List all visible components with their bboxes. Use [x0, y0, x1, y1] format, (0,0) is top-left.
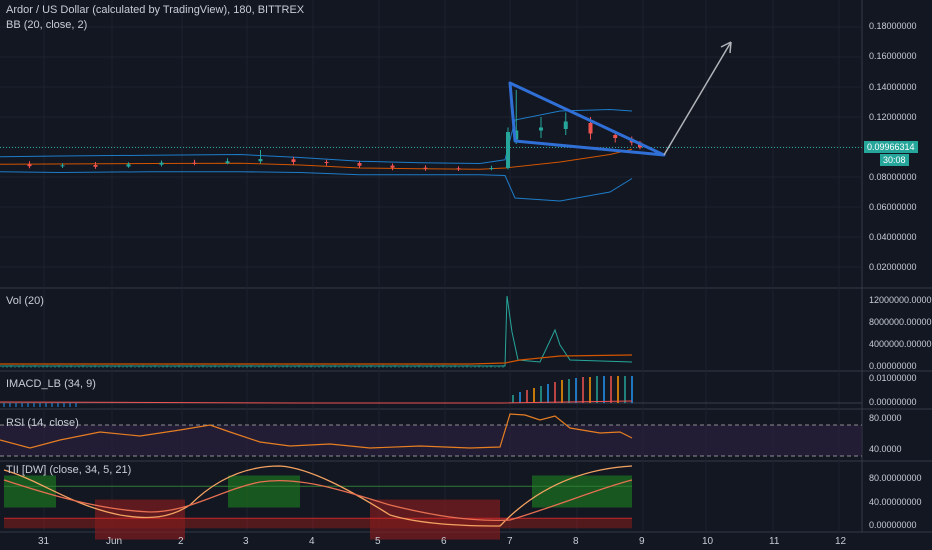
x-tick: 11 — [769, 536, 780, 547]
tii-title: TII [DW] (close, 34, 5, 21) — [6, 464, 132, 476]
x-tick: 8 — [573, 536, 579, 547]
tii-bull-zone — [532, 475, 632, 508]
price-pane — [0, 90, 862, 202]
imacd-title: IMACD_LB (34, 9) — [6, 378, 96, 390]
candle-body — [357, 163, 362, 166]
x-tick: Jun — [106, 536, 123, 547]
candle-body — [390, 165, 395, 168]
volume-pane — [0, 295, 633, 368]
countdown-badge: 30:08 — [880, 154, 909, 166]
tii-tick: 40.00000000 — [869, 497, 922, 507]
x-tick: 6 — [441, 536, 447, 547]
bb-legend: BB (20, close, 2) — [6, 19, 88, 31]
candle-body — [539, 127, 543, 131]
price-tick: 0.12000000 — [869, 112, 917, 122]
imacd-tick: 0.01000000 — [869, 373, 917, 383]
imacd-signal-line — [0, 400, 633, 404]
volume-tick: 12000000.00000000 — [869, 295, 932, 305]
candle-body — [60, 165, 65, 167]
volume-ma — [0, 354, 633, 365]
falling-wedge-drawing — [508, 81, 666, 157]
last-price-badge: 0.09966314 — [864, 141, 918, 153]
candle-body — [192, 162, 197, 164]
x-tick: 9 — [639, 536, 645, 547]
x-tick: 31 — [38, 536, 50, 547]
volume-bars-outline — [0, 295, 633, 367]
candle-body — [563, 121, 568, 129]
candle-body — [506, 132, 510, 168]
x-tick: 2 — [178, 536, 184, 547]
x-tick: 5 — [375, 536, 381, 547]
volume-title: Vol (20) — [6, 295, 44, 307]
price-tick: 0.16000000 — [869, 51, 917, 61]
candle-body — [225, 161, 230, 164]
rsi-pane — [0, 413, 862, 457]
drawings[interactable] — [508, 41, 732, 157]
x-tick: 12 — [835, 536, 847, 547]
price-tick: 0.18000000 — [869, 21, 917, 31]
rsi-band-fill — [0, 425, 862, 456]
price-tick: 0.06000000 — [869, 202, 917, 212]
candle-body — [258, 159, 263, 162]
candle-body — [588, 123, 593, 134]
volume-tick: 8000000.00000000 — [869, 317, 932, 327]
candle-body — [159, 162, 164, 165]
x-tick: 10 — [702, 536, 714, 547]
candle-body — [456, 168, 461, 170]
candle-body — [291, 159, 296, 162]
price-tick: 0.02000000 — [869, 262, 917, 272]
candle-body — [423, 167, 428, 169]
candle-body — [93, 165, 98, 167]
chart-canvas[interactable] — [0, 0, 932, 550]
candle-body — [324, 162, 329, 163]
rsi-tick: 80.0000 — [869, 413, 902, 423]
tii-bear-zone — [95, 499, 185, 540]
x-tick: 4 — [309, 536, 315, 547]
bb-upper-band — [0, 108, 633, 165]
tii-pane — [3, 465, 633, 540]
imacd-pane — [0, 376, 862, 407]
imacd-tick: 0.00000000 — [869, 397, 917, 407]
price-tick: 0.08000000 — [869, 172, 917, 182]
candle-body — [489, 168, 494, 169]
volume-tick: 4000000.00000000 — [869, 339, 932, 349]
x-tick: 3 — [243, 536, 249, 547]
price-tick: 0.14000000 — [869, 82, 917, 92]
tii-tick: 0.00000000 — [869, 520, 917, 530]
projection-arrow — [663, 41, 732, 156]
x-tick: 7 — [507, 536, 513, 547]
tii-tick: 80.00000000 — [869, 473, 922, 483]
rsi-title: RSI (14, close) — [6, 417, 79, 429]
candle-body — [126, 164, 131, 167]
candle-body — [27, 164, 32, 167]
price-tick: 0.04000000 — [869, 232, 917, 242]
rsi-tick: 40.0000 — [869, 444, 902, 454]
bb-lower-band — [0, 171, 633, 202]
symbol-title: Ardor / US Dollar (calculated by Trading… — [6, 4, 305, 16]
candle-body — [613, 135, 618, 138]
volume-tick: 0.00000000 — [869, 361, 917, 371]
